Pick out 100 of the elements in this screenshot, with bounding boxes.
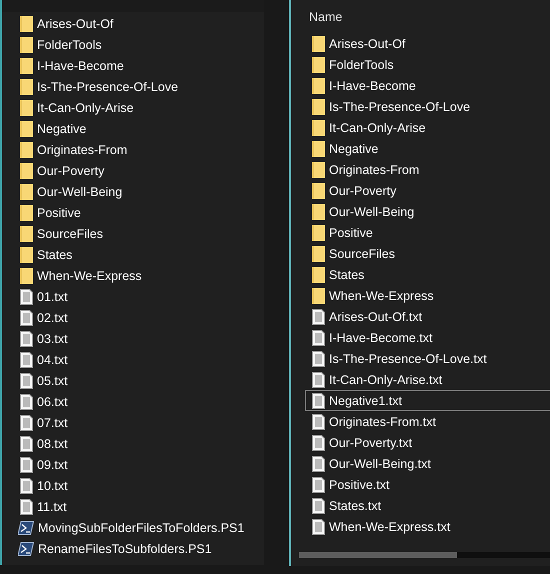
file-item[interactable]: 07.txt xyxy=(20,412,264,433)
powershell-icon xyxy=(18,520,34,534)
folder-icon xyxy=(20,162,33,178)
folder-icon xyxy=(312,224,325,240)
folder-icon xyxy=(312,98,325,114)
horizontal-scrollbar[interactable] xyxy=(299,552,550,558)
file-item[interactable]: It-Can-Only-Arise xyxy=(20,97,264,118)
file-item[interactable]: 03.txt xyxy=(20,328,264,349)
folder-icon xyxy=(20,268,33,284)
folder-icon xyxy=(20,58,33,74)
folder-icon xyxy=(312,246,325,262)
file-item[interactable]: It-Can-Only-Arise.txt xyxy=(305,369,550,390)
file-item[interactable]: It-Can-Only-Arise xyxy=(305,117,550,138)
powershell-icon xyxy=(18,542,34,556)
folder-icon xyxy=(20,16,33,32)
file-item[interactable]: Negative xyxy=(305,138,550,159)
text-file-icon xyxy=(20,352,33,368)
file-item[interactable]: Is-The-Presence-Of-Love xyxy=(305,96,550,117)
text-file-icon xyxy=(312,456,325,472)
folder-icon xyxy=(20,204,33,220)
text-file-icon xyxy=(312,414,325,430)
folder-icon xyxy=(312,56,325,72)
file-item[interactable]: Arises-Out-Of.txt xyxy=(305,306,550,327)
folder-icon xyxy=(312,140,325,156)
file-item[interactable]: 08.txt xyxy=(20,433,264,454)
file-item[interactable]: 10.txt xyxy=(20,475,264,496)
file-item[interactable]: Is-The-Presence-Of-Love xyxy=(20,76,264,97)
folder-icon xyxy=(20,120,33,136)
file-item[interactable]: 01.txt xyxy=(20,286,264,307)
file-item[interactable]: States xyxy=(305,264,550,285)
folder-icon xyxy=(312,120,325,136)
text-file-icon xyxy=(312,350,325,366)
file-item[interactable]: Positive xyxy=(20,202,264,223)
file-item[interactable]: 11.txt xyxy=(20,496,264,517)
file-item[interactable]: Our-Well-Being xyxy=(20,181,264,202)
folder-icon xyxy=(20,226,33,242)
file-item[interactable]: 04.txt xyxy=(20,349,264,370)
file-item[interactable]: Negative1.txt xyxy=(305,390,550,411)
file-item[interactable]: When-We-Express xyxy=(20,265,264,286)
file-item[interactable]: I-Have-Become xyxy=(20,55,264,76)
file-item[interactable]: Positive xyxy=(305,222,550,243)
text-file-icon xyxy=(20,372,33,388)
folder-icon xyxy=(20,100,33,116)
text-file-icon xyxy=(312,308,325,324)
file-item[interactable]: RenameFilesToSubfolders.PS1 xyxy=(20,538,264,559)
folder-icon xyxy=(312,78,325,94)
file-item[interactable]: SourceFiles xyxy=(305,243,550,264)
file-item[interactable]: MovingSubFolderFilesToFolders.PS1 xyxy=(20,517,264,538)
folder-icon xyxy=(20,246,33,262)
text-file-icon xyxy=(20,436,33,452)
file-item[interactable]: Our-Well-Being xyxy=(305,201,550,222)
file-item[interactable]: Arises-Out-Of xyxy=(20,13,264,34)
text-file-icon xyxy=(312,498,325,514)
file-item[interactable]: I-Have-Become xyxy=(305,75,550,96)
text-file-icon xyxy=(312,330,325,346)
file-item[interactable]: SourceFiles xyxy=(20,223,264,244)
file-item[interactable]: Our-Poverty.txt xyxy=(305,432,550,453)
text-file-icon xyxy=(20,310,33,326)
text-file-icon xyxy=(312,518,325,534)
file-item[interactable]: Positive.txt xyxy=(305,474,550,495)
file-item[interactable]: Is-The-Presence-Of-Love.txt xyxy=(305,348,550,369)
file-item[interactable]: 02.txt xyxy=(20,307,264,328)
text-file-icon xyxy=(312,476,325,492)
file-item[interactable]: 09.txt xyxy=(20,454,264,475)
text-file-icon xyxy=(20,498,33,514)
folder-icon xyxy=(312,204,325,220)
text-file-icon xyxy=(20,394,33,410)
file-item[interactable]: Our-Poverty xyxy=(20,160,264,181)
file-item[interactable]: Arises-Out-Of xyxy=(305,33,550,54)
text-file-icon xyxy=(20,478,33,494)
folder-icon xyxy=(20,184,33,200)
file-item[interactable]: States xyxy=(20,244,264,265)
column-header[interactable]: Name xyxy=(309,10,342,24)
text-file-icon xyxy=(20,414,33,430)
file-item[interactable]: FolderTools xyxy=(20,34,264,55)
text-file-icon xyxy=(20,330,33,346)
file-item[interactable]: Originates-From xyxy=(20,139,264,160)
file-item[interactable]: 06.txt xyxy=(20,391,264,412)
text-file-icon xyxy=(312,392,325,408)
file-item[interactable]: Originates-From.txt xyxy=(305,411,550,432)
folder-icon xyxy=(312,182,325,198)
folder-icon xyxy=(312,288,325,304)
file-item[interactable]: When-We-Express.txt xyxy=(305,516,550,537)
file-item[interactable]: Our-Well-Being.txt xyxy=(305,453,550,474)
file-item[interactable]: States.txt xyxy=(305,495,550,516)
folder-icon xyxy=(312,162,325,178)
file-item[interactable]: Originates-From xyxy=(305,159,550,180)
folder-icon xyxy=(312,36,325,52)
text-file-icon xyxy=(312,434,325,450)
folder-icon xyxy=(20,142,33,158)
text-file-icon xyxy=(20,288,33,304)
file-item[interactable]: 05.txt xyxy=(20,370,264,391)
folder-icon xyxy=(20,36,33,52)
file-item[interactable]: When-We-Express xyxy=(305,285,550,306)
file-item[interactable]: I-Have-Become.txt xyxy=(305,327,550,348)
file-item[interactable]: FolderTools xyxy=(305,54,550,75)
text-file-icon xyxy=(20,456,33,472)
file-item[interactable]: Negative xyxy=(20,118,264,139)
file-item[interactable]: Our-Poverty xyxy=(305,180,550,201)
folder-icon xyxy=(312,266,325,282)
